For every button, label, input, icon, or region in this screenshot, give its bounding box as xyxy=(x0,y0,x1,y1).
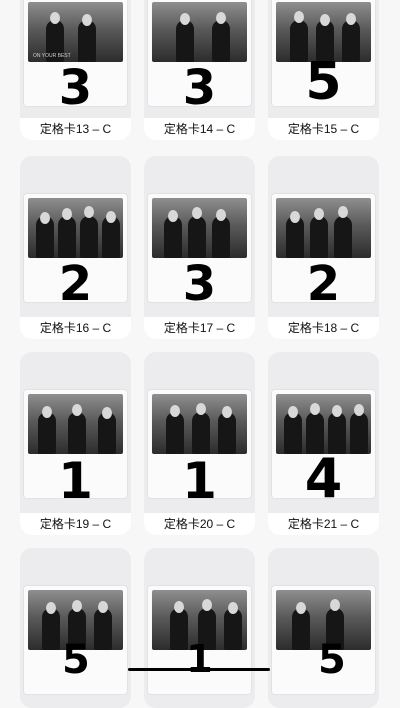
photo-image: ON YOUR BEST xyxy=(28,2,123,62)
tally-mark: 5 xyxy=(62,637,90,683)
card-label: 定格卡20 – C xyxy=(144,513,255,535)
card-label: 定格卡16 – C xyxy=(20,317,131,339)
photo-image xyxy=(152,198,247,258)
tally-mark: 1 xyxy=(186,637,213,681)
tally-mark: 1 xyxy=(182,452,217,510)
card-label: 定格卡18 – C xyxy=(268,317,379,339)
tally-mark: 3 xyxy=(182,60,217,116)
tally-mark: 4 xyxy=(304,447,343,510)
card-label: 定格卡14 – C xyxy=(144,118,255,140)
tally-mark: 2 xyxy=(58,256,93,312)
card-14[interactable]: 3 定格卡14 – C xyxy=(144,0,255,140)
card-19[interactable]: 1 定格卡19 – C xyxy=(20,352,131,535)
card-13[interactable]: ON YOUR BEST 3 定格卡13 – C xyxy=(20,0,131,140)
card-15[interactable]: 5 定格卡15 – C xyxy=(268,0,379,140)
photo-image xyxy=(276,198,371,258)
tally-mark: 3 xyxy=(182,256,217,312)
tally-mark: 3 xyxy=(58,60,93,116)
card-21[interactable]: 4 定格卡21 – C xyxy=(268,352,379,535)
photo-image xyxy=(152,394,247,454)
tally-mark: 2 xyxy=(306,256,341,312)
card-22[interactable]: 5 xyxy=(20,548,131,708)
photo-image xyxy=(28,394,123,454)
photo-image xyxy=(276,394,371,454)
tally-mark: 1 xyxy=(58,452,93,510)
photo-image xyxy=(152,2,247,62)
card-grid: ON YOUR BEST 3 定格卡13 – C 3 定格卡14 – C 5 定… xyxy=(0,0,400,708)
handwritten-underline xyxy=(128,668,270,671)
tally-mark: 5 xyxy=(318,637,346,683)
photo-image xyxy=(28,198,123,258)
card-16[interactable]: 2 定格卡16 – C xyxy=(20,156,131,339)
card-23[interactable]: 1 xyxy=(144,548,255,708)
card-label: 定格卡21 – C xyxy=(268,513,379,535)
card-18[interactable]: 2 定格卡18 – C xyxy=(268,156,379,339)
card-24[interactable]: 5 xyxy=(268,548,379,708)
card-label: 定格卡13 – C xyxy=(20,118,131,140)
card-label: 定格卡15 – C xyxy=(268,118,379,140)
card-17[interactable]: 3 定格卡17 – C xyxy=(144,156,255,339)
tally-mark: 5 xyxy=(305,52,342,112)
card-label: 定格卡17 – C xyxy=(144,317,255,339)
card-20[interactable]: 1 定格卡20 – C xyxy=(144,352,255,535)
card-label: 定格卡19 – C xyxy=(20,513,131,535)
